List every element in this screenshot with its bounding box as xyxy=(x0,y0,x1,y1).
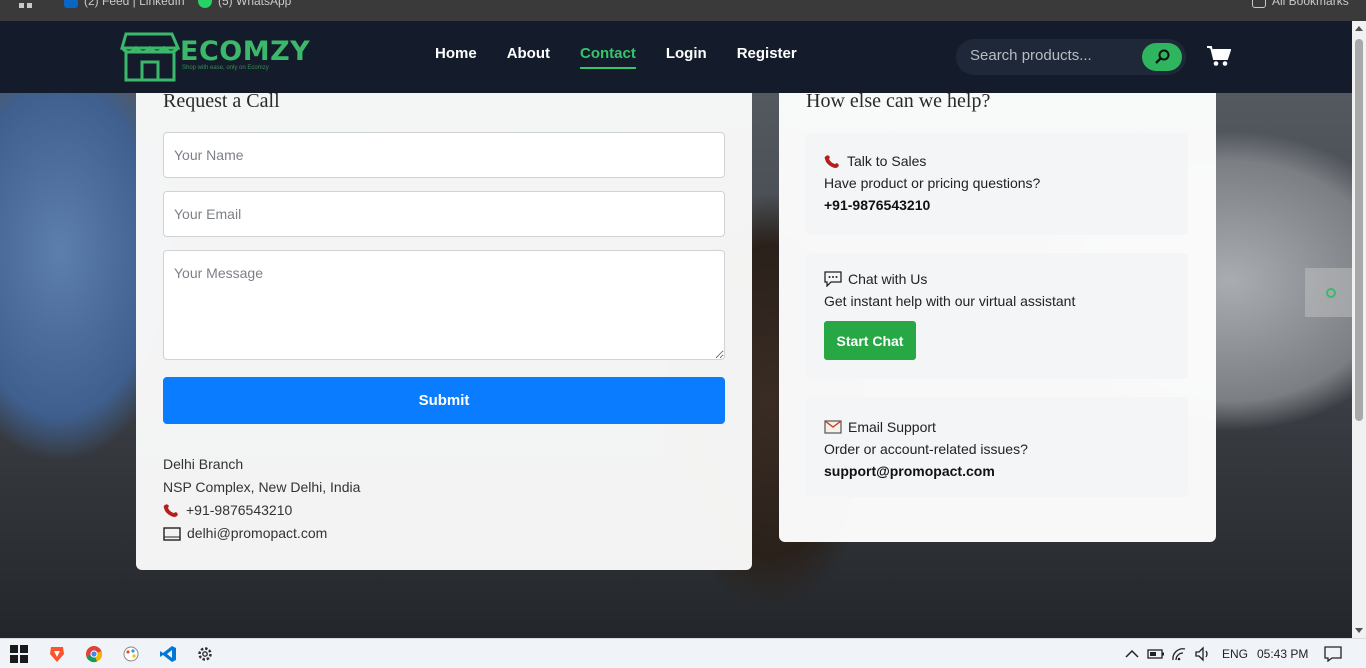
request-call-card: Request a Call Submit Delhi Branch NSP C… xyxy=(136,90,752,570)
nav-contact[interactable]: Contact xyxy=(580,45,636,69)
search-input[interactable] xyxy=(970,47,1130,64)
submit-button[interactable]: Submit xyxy=(163,377,725,424)
sales-phone: +91-9876543210 xyxy=(824,197,931,213)
branch-phone-row: +91-9876543210 xyxy=(163,499,360,522)
page-scrollbar[interactable] xyxy=(1352,21,1366,638)
branch-email: delhi@promopact.com xyxy=(187,525,328,541)
support-email: support@promopact.com xyxy=(824,463,995,479)
brave-browser-icon[interactable] xyxy=(47,644,67,664)
nav-home[interactable]: Home xyxy=(435,45,477,69)
language-indicator[interactable]: ENG xyxy=(1222,647,1248,661)
battery-icon[interactable] xyxy=(1146,644,1166,664)
message-field[interactable] xyxy=(163,250,725,360)
talk-to-sales-box: Talk to Sales Have product or pricing qu… xyxy=(806,133,1188,235)
phone-icon xyxy=(824,154,839,168)
cart-button[interactable] xyxy=(1207,45,1232,67)
name-field[interactable] xyxy=(163,132,725,178)
chrome-icon[interactable] xyxy=(84,644,104,664)
paint-app-icon[interactable] xyxy=(121,644,141,664)
search-icon xyxy=(1155,49,1170,64)
chat-title: Chat with Us xyxy=(848,271,928,287)
help-card: How else can we help? Talk to Sales Have… xyxy=(779,90,1216,542)
phone-icon xyxy=(163,504,178,517)
brand-tagline: Shop with ease, only on Ecomzy xyxy=(182,65,269,71)
cart-icon xyxy=(1207,46,1232,66)
email-support-title: Email Support xyxy=(848,419,936,435)
bookmark-linkedin[interactable]: (2) Feed | LinkedIn xyxy=(64,0,185,8)
apps-grid-icon[interactable] xyxy=(18,0,34,10)
folder-icon xyxy=(1252,0,1266,8)
brand-logo[interactable]: ECOMZY Shop with ease, only on Ecomzy xyxy=(120,30,310,84)
whatsapp-icon xyxy=(198,0,212,8)
volume-icon[interactable] xyxy=(1193,644,1213,664)
windows-start-icon[interactable] xyxy=(9,644,29,664)
brand-name: ECOMZY xyxy=(180,36,311,67)
scroll-up-arrow[interactable] xyxy=(1355,26,1363,31)
email-field[interactable] xyxy=(163,191,725,237)
side-widget-button[interactable] xyxy=(1305,268,1352,317)
page-viewport: ECOMZY Shop with ease, only on Ecomzy Ho… xyxy=(0,21,1352,638)
bookmark-whatsapp[interactable]: (5) WhatsApp xyxy=(198,0,291,8)
search-bar xyxy=(956,39,1186,75)
start-chat-button[interactable]: Start Chat xyxy=(824,321,916,360)
sales-desc: Have product or pricing questions? xyxy=(824,175,1041,191)
branch-info: Delhi Branch NSP Complex, New Delhi, Ind… xyxy=(163,453,360,545)
help-title: How else can we help? xyxy=(806,90,991,112)
branch-email-row: delhi@promopact.com xyxy=(163,522,360,545)
clock[interactable]: 05:43 PM xyxy=(1257,647,1308,661)
scrollbar-thumb[interactable] xyxy=(1355,39,1363,421)
email-support-desc: Order or account-related issues? xyxy=(824,441,1028,457)
store-icon xyxy=(120,32,180,82)
chat-desc: Get instant help with our virtual assist… xyxy=(824,293,1076,309)
nav-menu: Home About Contact Login Register xyxy=(435,45,797,69)
navbar: ECOMZY Shop with ease, only on Ecomzy Ho… xyxy=(0,21,1352,93)
branch-address: NSP Complex, New Delhi, India xyxy=(163,479,361,495)
chat-with-us-box: Chat with Us Get instant help with our v… xyxy=(806,253,1188,379)
all-bookmarks[interactable]: All Bookmarks xyxy=(1252,0,1349,8)
branch-name: Delhi Branch xyxy=(163,456,244,472)
bookmarks-bar: (2) Feed | LinkedIn (5) WhatsApp All Boo… xyxy=(0,0,1366,21)
linkedin-icon xyxy=(64,0,78,8)
email-icon xyxy=(163,526,181,541)
request-call-title: Request a Call xyxy=(163,90,280,112)
envelope-icon xyxy=(824,420,842,434)
settings-gear-icon[interactable] xyxy=(195,644,215,664)
wifi-icon[interactable] xyxy=(1170,644,1190,664)
sales-title: Talk to Sales xyxy=(847,153,927,169)
nav-register[interactable]: Register xyxy=(737,45,797,69)
email-support-box: Email Support Order or account-related i… xyxy=(806,397,1188,497)
chevron-up-icon[interactable] xyxy=(1122,644,1142,664)
notification-icon[interactable] xyxy=(1323,644,1343,664)
nav-about[interactable]: About xyxy=(507,45,550,69)
vscode-icon[interactable] xyxy=(158,644,178,664)
branch-phone: +91-9876543210 xyxy=(186,502,293,518)
search-button[interactable] xyxy=(1142,43,1182,71)
scroll-down-arrow[interactable] xyxy=(1355,628,1363,633)
nav-login[interactable]: Login xyxy=(666,45,707,69)
chat-bubble-icon xyxy=(824,271,842,287)
taskbar: ENG 05:43 PM xyxy=(0,638,1366,668)
widget-icon xyxy=(1326,288,1336,298)
